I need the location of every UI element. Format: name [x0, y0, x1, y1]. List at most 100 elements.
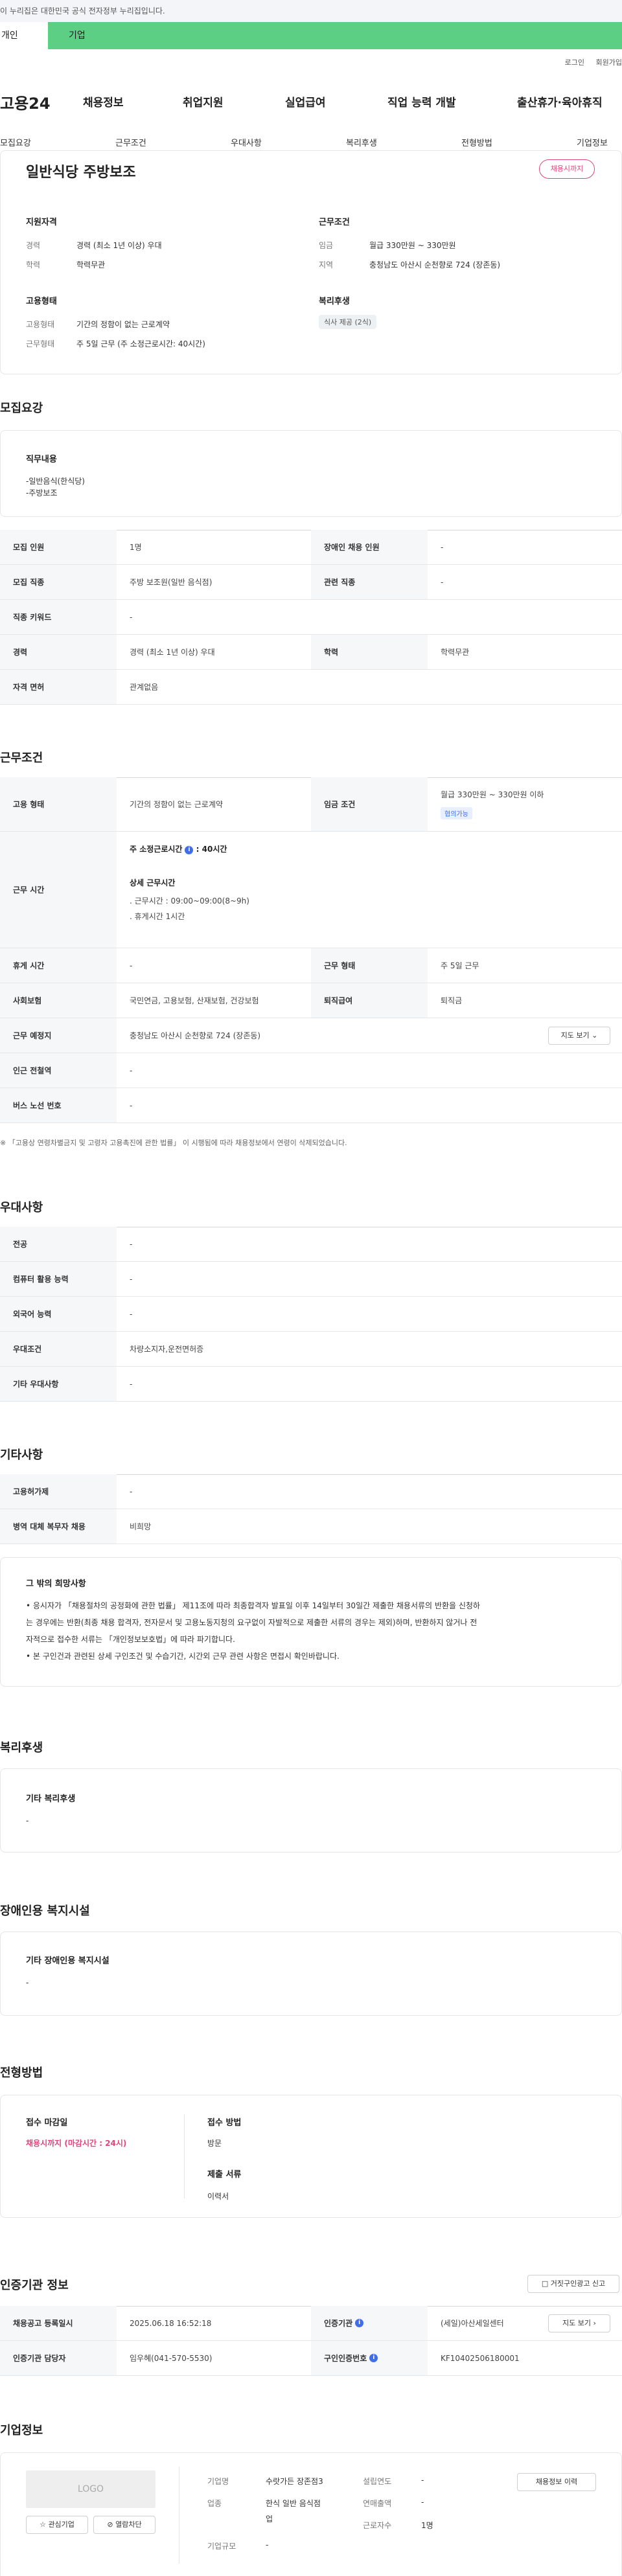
table-cell: 2025.06.18 16:52:18	[130, 2318, 212, 2328]
disabled-value: -	[26, 1978, 29, 1987]
gnb-item-support[interactable]: 취업지원	[183, 93, 224, 109]
tab-company[interactable]: 기업	[48, 22, 622, 49]
section-nav-preference[interactable]: 우대사항	[231, 136, 262, 148]
table-header-cell: 퇴직급여	[311, 983, 428, 1018]
section-nav-company[interactable]: 기업정보	[577, 136, 608, 148]
table-header-cell: 채용공고 등록일시	[0, 2306, 117, 2340]
table-header-cell: 기타 우대사항	[0, 1367, 117, 1401]
kv-label: 연매출액	[363, 2499, 392, 2508]
agency-map-button[interactable]: 지도 보기 ›	[548, 2314, 610, 2332]
table-header-cell: 경력	[0, 635, 117, 669]
employment-heading: 고용형태	[26, 297, 57, 306]
section-nav-welfare[interactable]: 복리후생	[346, 136, 377, 148]
weekly-hours: 주 소정근로시간 i : 40시간	[130, 843, 227, 854]
extra-notice-heading: 그 밖의 희망사항	[26, 1579, 86, 1589]
agency-label: 인증기관	[324, 2319, 353, 2328]
kv-value: -	[266, 2540, 269, 2549]
login-link[interactable]: 로그인	[565, 58, 584, 67]
extra-notice-line: • 본 구인건과 관련된 상세 구인조건 및 수습기간, 시간외 근무 관련 사…	[26, 1652, 340, 1661]
table-row: 사회보험 국민연금, 고용보험, 산재보험, 건강보험 퇴직급여 퇴직금	[0, 983, 622, 1018]
table-row: 고용허가제 -	[0, 1474, 622, 1509]
weekly-hours-value: : 40시간	[196, 845, 227, 854]
table-cell: 주 5일 근무	[441, 961, 479, 970]
table-cell: 학력무관	[441, 648, 470, 657]
block-view-button[interactable]: ⊘ 열람차단	[93, 2516, 156, 2534]
etc-section-title: 기타사항	[0, 1448, 43, 1462]
table-cell: -	[130, 1100, 133, 1110]
tab-person[interactable]: 개인	[0, 22, 48, 49]
disabled-card	[0, 1932, 622, 2016]
benefit-chip: 식사 제공 (2식)	[319, 315, 377, 329]
table-header-cell: 임금 조건	[311, 777, 428, 831]
table-row: 근무 예정지 충청남도 아산시 순천향로 724 (장존동) 지도 보기 ⌄	[0, 1018, 622, 1053]
kv-label: 임금	[319, 241, 334, 250]
kv-label: 지역	[319, 260, 334, 269]
chevron-right-icon: ›	[593, 2319, 596, 2327]
hiring-history-button[interactable]: 채용정보 이력	[517, 2473, 596, 2491]
table-row: 외국어 능력 -	[0, 1297, 622, 1332]
preference-section-title: 우대사항	[0, 1201, 43, 1214]
interest-company-button[interactable]: ☆ 관심기업	[26, 2516, 88, 2534]
kv-value: -	[421, 2498, 424, 2507]
kv-value: 월급 330만원 ~ 330만원	[369, 241, 456, 250]
selection-card	[0, 2095, 622, 2218]
kv-value: 충청남도 아산시 순천향로 724 (장존동)	[369, 260, 501, 269]
kv-label: 기업규모	[207, 2542, 236, 2551]
kv-label: 설립연도	[363, 2477, 392, 2486]
table-row: 모집 인원 1명 장애인 채용 인원 -	[0, 530, 622, 565]
kv-value: 기간의 정함이 없는 근로계약	[76, 320, 170, 329]
kv-label: 고용형태	[26, 320, 55, 329]
site-logo[interactable]: 고용24	[0, 91, 51, 113]
info-icon[interactable]: i	[369, 2354, 378, 2362]
table-row: 전공 -	[0, 1227, 622, 1262]
negotiable-chip: 협의가능	[441, 807, 472, 819]
table-header-cell: 장애인 채용 인원	[311, 530, 428, 564]
welfare-value: -	[26, 1816, 29, 1825]
table-cell: 국민연금, 고용보험, 산재보험, 건강보험	[130, 996, 259, 1005]
table-header-cell: 학력	[311, 635, 428, 669]
section-nav-work[interactable]: 근무조건	[115, 136, 146, 148]
gnb-item-leave[interactable]: 출산휴가·육아휴직	[517, 93, 603, 109]
kv-value: 한식 일반 음식점	[266, 2499, 321, 2508]
map-view-label: 지도 보기	[560, 1031, 590, 1040]
table-cell: -	[130, 612, 133, 622]
table-cell: (세일)아산세일센터	[441, 2319, 504, 2328]
section-nav-recruit[interactable]: 모집요강	[0, 136, 31, 148]
kv-value: 1명	[421, 2521, 433, 2530]
table-header-cell: 인증기관 i	[311, 2306, 428, 2340]
table-header-cell: 고용 형태	[0, 777, 117, 831]
table-cell: 충청남도 아산시 순천향로 724 (장존동)	[130, 1031, 261, 1040]
table-row: 근무 시간 주 소정근로시간 i : 40시간 상세 근무시간 . 근무시간 : …	[0, 832, 622, 948]
table-header-cell: 컴퓨터 활용 능력	[0, 1262, 117, 1296]
welfare-section-title: 복리후생	[0, 1741, 43, 1755]
table-row: 컴퓨터 활용 능력 -	[0, 1262, 622, 1297]
table-row: 고용 형태 기간의 정함이 없는 근로계약 임금 조건 월급 330만원 ~ 3…	[0, 777, 622, 832]
report-false-ad-button[interactable]: □ 거짓구인광고 신고	[527, 2275, 619, 2293]
gnb-item-jobs[interactable]: 채용정보	[83, 93, 124, 109]
table-cell: 1명	[130, 543, 142, 552]
info-icon[interactable]: i	[355, 2319, 364, 2327]
kv-label: 기업명	[207, 2477, 229, 2486]
benefits-heading: 복리후생	[319, 297, 350, 306]
join-link[interactable]: 회원가입	[596, 58, 622, 67]
kv-label: 업종	[207, 2499, 222, 2508]
table-header-cell: 인근 전철역	[0, 1053, 117, 1088]
map-view-button[interactable]: 지도 보기 ⌄	[548, 1027, 610, 1045]
section-nav-selection[interactable]: 전형방법	[461, 136, 492, 148]
gnb-item-training[interactable]: 직업 능력 개발	[387, 93, 456, 109]
table-header-cell: 외국어 능력	[0, 1297, 117, 1331]
table-cell: -	[130, 961, 133, 970]
table-header-cell: 근무 형태	[311, 948, 428, 983]
gnb-item-benefit[interactable]: 실업급여	[285, 93, 326, 109]
table-row: 경력 경력 (최소 1년 이상) 우대 학력 학력무관	[0, 635, 622, 670]
detail-hours-line: . 휴게시간 1시간	[130, 912, 185, 921]
table-header-cell: 병역 대체 복무자 채용	[0, 1509, 117, 1544]
duty-line: -주방보조	[26, 488, 58, 497]
info-icon[interactable]: i	[185, 846, 194, 854]
table-cell: 주방 보조원(일반 음식점)	[130, 578, 213, 587]
table-row: 모집 직종 주방 보조원(일반 음식점) 관련 직종 -	[0, 565, 622, 600]
table-row: 버스 노선 번호 -	[0, 1088, 622, 1123]
table-cell: -	[130, 1239, 133, 1249]
util-links: 로그인 회원가입	[556, 57, 622, 67]
table-cell: 차량소지자,운전면허증	[130, 1345, 204, 1354]
